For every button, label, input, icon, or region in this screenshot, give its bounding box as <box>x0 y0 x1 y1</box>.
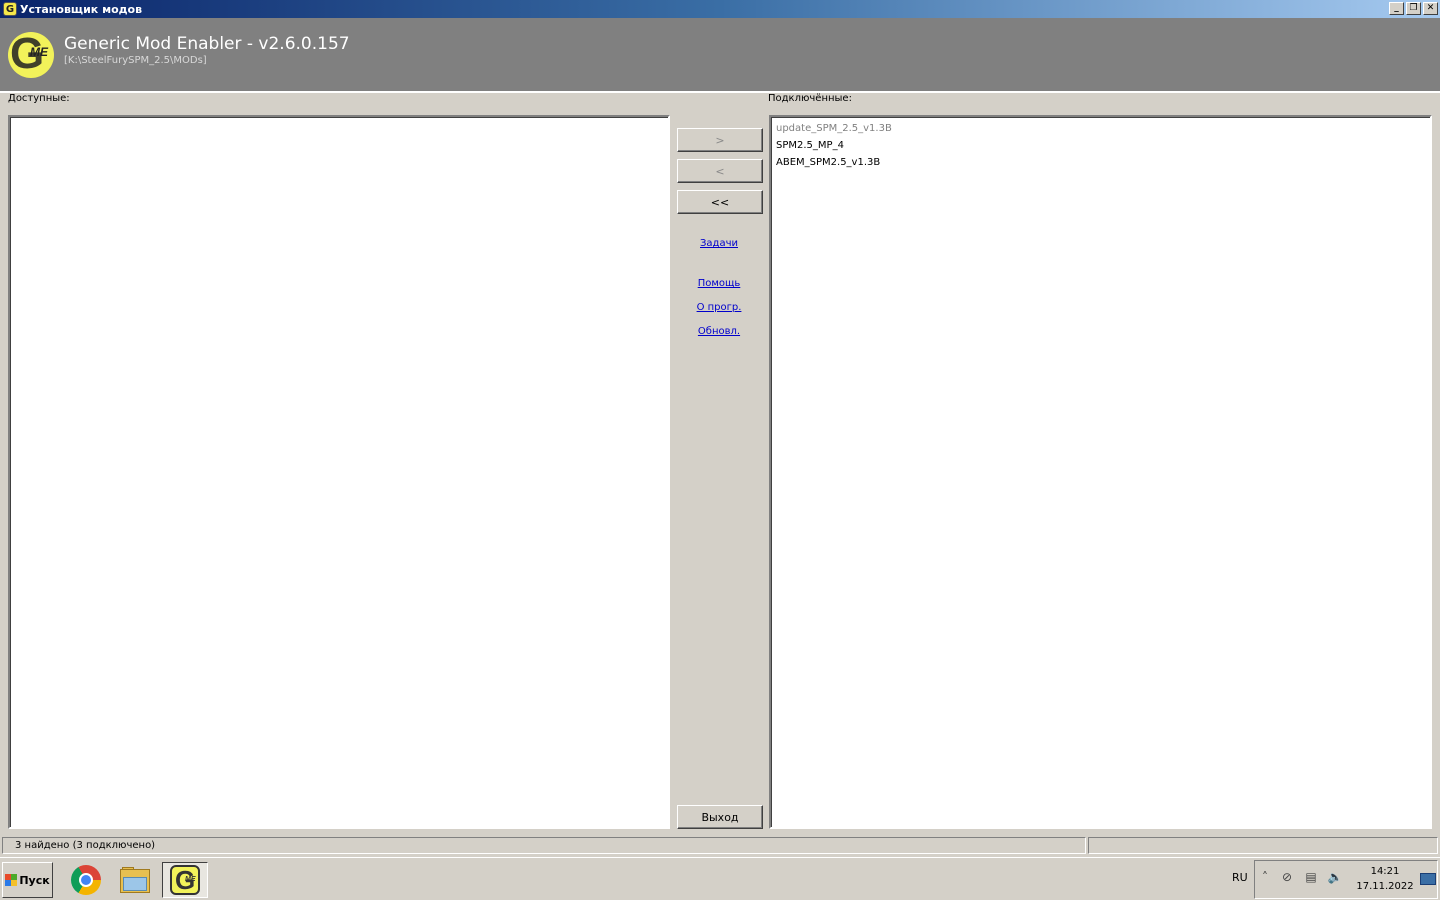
start-label: Пуск <box>19 873 50 887</box>
app-icon: G <box>3 2 17 16</box>
folder-icon <box>120 867 150 893</box>
restore-button[interactable]: ❐ <box>1406 2 1421 15</box>
speaker-icon[interactable]: 🔈 <box>1327 870 1343 884</box>
start-button[interactable]: Пуск <box>2 862 53 898</box>
add-mod-button[interactable]: > <box>677 128 763 152</box>
clock-time[interactable]: 14:21 <box>1357 866 1413 877</box>
exit-button[interactable]: Выход <box>677 805 763 829</box>
help-link[interactable]: Помощь <box>676 278 762 289</box>
window-titlebar[interactable]: G Установщик модов _ ❐ ✕ <box>0 0 1440 18</box>
gme-app-icon: G ME <box>170 865 200 895</box>
list-item[interactable]: SPM2.5_MP_4 <box>776 137 1425 154</box>
close-button[interactable]: ✕ <box>1423 2 1438 15</box>
window-title: Установщик модов <box>20 2 143 16</box>
header-separator <box>0 91 1440 93</box>
gme-icon-sub: ME <box>185 876 196 883</box>
about-link[interactable]: О прогр. <box>676 302 762 313</box>
list-item[interactable]: update_SPM_2.5_v1.3B <box>776 120 1425 137</box>
available-mods-list[interactable] <box>8 115 670 829</box>
network-icon[interactable]: ▤ <box>1303 870 1319 884</box>
show-desktop-icon[interactable] <box>1420 873 1436 885</box>
link-icon[interactable]: ⊘ <box>1279 870 1295 884</box>
installed-label: Подключённые: <box>768 93 852 104</box>
chrome-icon <box>71 865 101 895</box>
app-name: Generic Mod Enabler - v2.6.0.157 <box>64 34 350 54</box>
status-count: 3 найдено (3 подключено) <box>2 837 1086 854</box>
taskbar-chrome[interactable] <box>63 862 109 898</box>
language-indicator[interactable]: RU <box>1232 871 1248 884</box>
list-item[interactable]: ABEM_SPM2.5_v1.3B <box>776 154 1425 171</box>
installed-mods-list[interactable]: update_SPM_2.5_v1.3B SPM2.5_MP_4 ABEM_SPM2… <box>769 115 1432 829</box>
status-bar: 3 найдено (3 подключено) <box>0 836 1440 855</box>
clock-date[interactable]: 17.11.2022 <box>1353 881 1417 892</box>
app-header: G ME Generic Mod Enabler - v2.6.0.157 [K… <box>0 18 1440 91</box>
tasks-link[interactable]: Задачи <box>676 238 762 249</box>
installed-mods-items: update_SPM_2.5_v1.3B SPM2.5_MP_4 ABEM_SPM2… <box>771 117 1430 174</box>
status-secondary <box>1088 837 1438 854</box>
chevron-up-icon[interactable]: ˄ <box>1257 870 1273 884</box>
remove-all-button[interactable]: << <box>677 190 763 214</box>
gme-logo-icon: G ME <box>8 29 54 78</box>
taskbar: Пуск G ME RU ˄ ⊘ ▤ 🔈 14:21 17.11.2022 <box>0 857 1440 900</box>
windows-flag-icon <box>5 874 18 886</box>
available-label: Доступные: <box>8 93 70 104</box>
window-controls: _ ❐ ✕ <box>1389 2 1438 15</box>
available-mods-items <box>10 117 668 123</box>
remove-mod-button[interactable]: < <box>677 159 763 183</box>
mods-path: [K:\SteelFurySPM_2.5\MODs] <box>64 55 207 66</box>
update-link[interactable]: Обновл. <box>676 326 762 337</box>
minimize-button[interactable]: _ <box>1389 2 1404 15</box>
logo-sub: ME <box>30 45 48 59</box>
taskbar-gme[interactable]: G ME <box>162 862 208 898</box>
taskbar-explorer[interactable] <box>112 862 158 898</box>
